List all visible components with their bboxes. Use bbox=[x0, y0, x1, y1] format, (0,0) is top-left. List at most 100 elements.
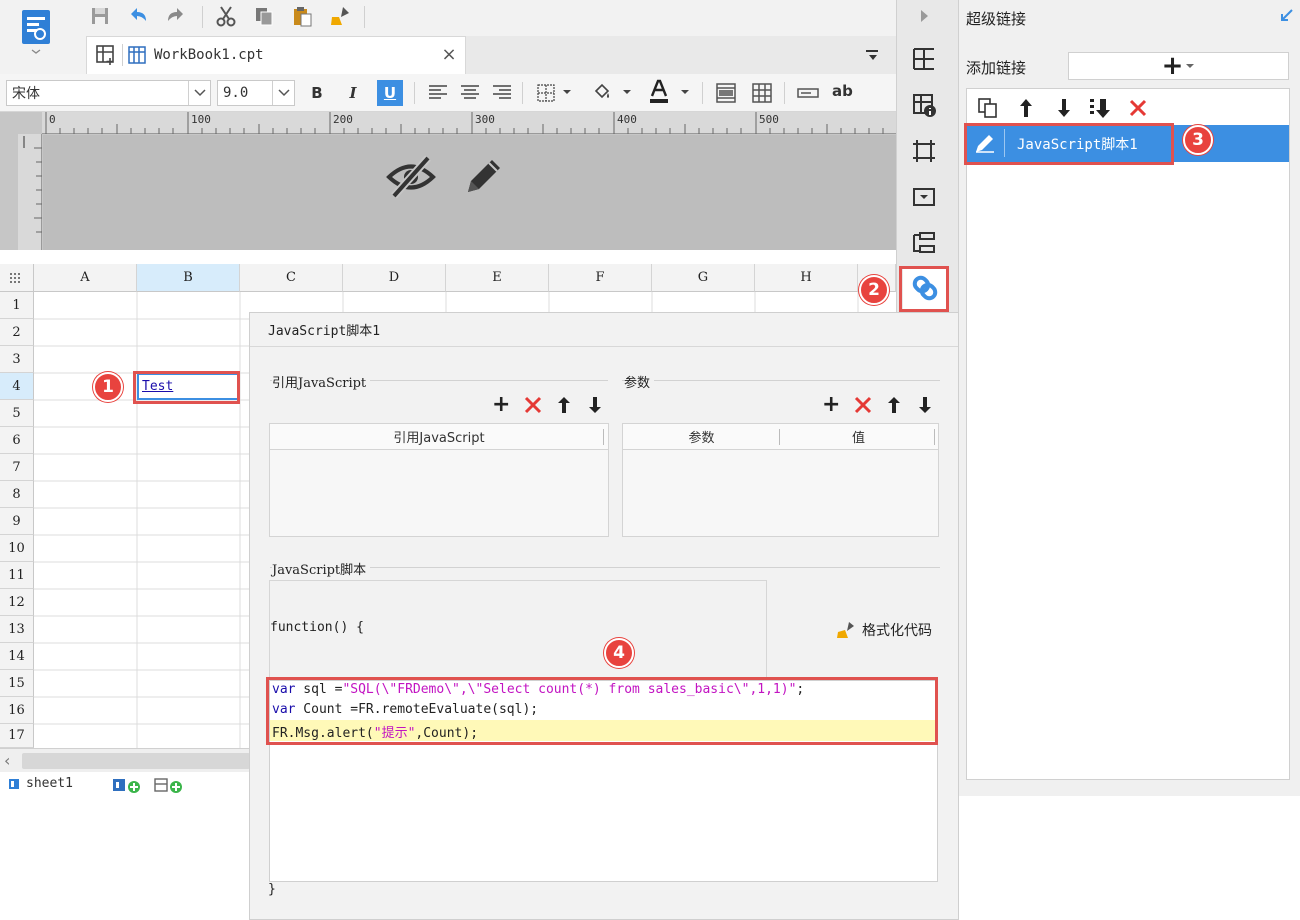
ref-add-icon[interactable]: + bbox=[492, 392, 510, 417]
new-sheet-icon[interactable] bbox=[94, 43, 118, 67]
move-up-icon[interactable] bbox=[1014, 96, 1038, 120]
row-header-7[interactable]: 7 bbox=[0, 454, 34, 481]
callout-badge-2: 2 bbox=[859, 275, 889, 305]
ref-move-up-icon[interactable] bbox=[557, 395, 571, 415]
font-color-dropdown-icon[interactable] bbox=[680, 88, 690, 96]
ref-js-table-header: 引用JavaScript bbox=[270, 424, 608, 450]
param-delete-icon[interactable] bbox=[854, 396, 872, 414]
paste-icon[interactable] bbox=[290, 4, 314, 28]
row-header-4[interactable]: 4 bbox=[0, 373, 34, 400]
tab-list-icon[interactable] bbox=[860, 44, 884, 68]
condition-attribute-icon[interactable] bbox=[909, 228, 939, 258]
row-header-10[interactable]: 10 bbox=[0, 535, 34, 562]
font-name-value: 宋体 bbox=[12, 86, 40, 102]
hidden-eye-icon[interactable] bbox=[386, 152, 436, 202]
row-header-2[interactable]: 2 bbox=[0, 319, 34, 346]
row-header-16[interactable]: 16 bbox=[0, 697, 34, 724]
copy-icon[interactable] bbox=[252, 4, 276, 28]
dock-panel-icon[interactable] bbox=[1278, 8, 1294, 24]
font-color-icon[interactable] bbox=[646, 78, 672, 106]
column-header-c[interactable]: C bbox=[240, 264, 343, 292]
border-dropdown-icon[interactable] bbox=[562, 88, 572, 96]
cut-icon[interactable] bbox=[214, 4, 238, 28]
row-header-9[interactable]: 9 bbox=[0, 508, 34, 535]
cell-element-icon[interactable] bbox=[909, 44, 939, 74]
add-report-sheet-icon[interactable] bbox=[112, 777, 146, 793]
align-center-icon[interactable] bbox=[458, 81, 482, 105]
align-right-icon[interactable] bbox=[490, 81, 514, 105]
row-header-13[interactable]: 13 bbox=[0, 616, 34, 643]
broom-icon bbox=[837, 622, 854, 638]
border-icon[interactable] bbox=[534, 81, 558, 105]
select-all-corner[interactable] bbox=[0, 264, 34, 292]
collapse-panel-icon[interactable] bbox=[918, 8, 930, 24]
widget-icon[interactable] bbox=[909, 182, 939, 212]
chevron-down-icon bbox=[272, 81, 294, 105]
column-header-f[interactable]: F bbox=[549, 264, 652, 292]
move-bottom-icon[interactable] bbox=[1088, 96, 1112, 120]
delete-link-icon[interactable] bbox=[1126, 96, 1150, 120]
undo-icon[interactable] bbox=[126, 4, 150, 28]
underline-button[interactable]: U bbox=[377, 80, 403, 106]
unmerge-cells-icon[interactable] bbox=[750, 81, 774, 105]
ref-delete-icon[interactable] bbox=[524, 396, 542, 414]
cell-style-icon[interactable] bbox=[909, 136, 939, 166]
add-form-sheet-icon[interactable] bbox=[154, 777, 188, 793]
wrap-text-button[interactable]: ab bbox=[832, 82, 853, 100]
align-left-icon[interactable] bbox=[426, 81, 450, 105]
cell-attribute-icon[interactable] bbox=[909, 90, 939, 120]
fill-dropdown-icon[interactable] bbox=[622, 88, 632, 96]
callout-box-3 bbox=[964, 123, 1174, 165]
edit-pencil-icon[interactable] bbox=[460, 154, 506, 200]
row-header-1[interactable]: 1 bbox=[0, 292, 34, 319]
column-header-a[interactable]: A bbox=[34, 264, 137, 292]
vertical-ruler bbox=[18, 134, 42, 250]
text-box-icon[interactable] bbox=[796, 81, 820, 105]
format-code-button[interactable]: 格式化代码 bbox=[836, 620, 932, 640]
move-down-icon[interactable] bbox=[1052, 96, 1076, 120]
scroll-left-icon[interactable]: ‹ bbox=[4, 751, 10, 770]
callout-badge-1: 1 bbox=[93, 372, 123, 402]
workbook-tab[interactable]: WorkBook1.cpt bbox=[128, 44, 428, 66]
column-header-e[interactable]: E bbox=[446, 264, 549, 292]
callout-box-2 bbox=[899, 266, 949, 312]
copy-link-icon[interactable] bbox=[976, 96, 1000, 120]
param-move-down-icon[interactable] bbox=[918, 395, 932, 415]
row-header-14[interactable]: 14 bbox=[0, 643, 34, 670]
format-painter-icon[interactable] bbox=[328, 4, 352, 28]
row-header-17[interactable]: 17 bbox=[0, 724, 34, 748]
dialog-title: JavaScript脚本1 bbox=[268, 324, 381, 339]
font-name-select[interactable]: 宋体 bbox=[6, 80, 211, 106]
column-header-b[interactable]: B bbox=[137, 264, 240, 292]
merge-cells-icon[interactable] bbox=[714, 81, 738, 105]
ruler-tick-500: 500 bbox=[759, 113, 779, 126]
row-header-5[interactable]: 5 bbox=[0, 400, 34, 427]
chevron-down-icon bbox=[1186, 64, 1195, 68]
row-header-8[interactable]: 8 bbox=[0, 481, 34, 508]
close-tab-icon[interactable]: × bbox=[440, 44, 458, 66]
row-header-12[interactable]: 12 bbox=[0, 589, 34, 616]
italic-button[interactable]: I bbox=[340, 80, 366, 106]
row-header-15[interactable]: 15 bbox=[0, 670, 34, 697]
save-icon[interactable] bbox=[88, 4, 112, 28]
bold-button[interactable]: B bbox=[304, 80, 330, 106]
fill-color-icon[interactable] bbox=[590, 81, 614, 105]
column-header-d[interactable]: D bbox=[343, 264, 446, 292]
font-size-select[interactable]: 9.0 bbox=[217, 80, 295, 106]
chevron-down-icon bbox=[188, 81, 210, 105]
param-add-icon[interactable]: + bbox=[822, 392, 840, 417]
column-header-g[interactable]: G bbox=[652, 264, 755, 292]
param-table: 参数 值 bbox=[622, 423, 939, 537]
row-header-3[interactable]: 3 bbox=[0, 346, 34, 373]
redo-icon[interactable] bbox=[164, 4, 188, 28]
row-header-11[interactable]: 11 bbox=[0, 562, 34, 589]
app-menu-icon[interactable] bbox=[18, 8, 54, 54]
add-link-button[interactable]: + bbox=[1068, 52, 1289, 80]
ruler-tick-100: 100 bbox=[191, 113, 211, 126]
param-move-up-icon[interactable] bbox=[887, 395, 901, 415]
sheet-tab-sheet1[interactable]: sheet1 bbox=[8, 776, 73, 791]
row-header-6[interactable]: 6 bbox=[0, 427, 34, 454]
column-header-h[interactable]: H bbox=[755, 264, 858, 292]
ref-move-down-icon[interactable] bbox=[588, 395, 602, 415]
scrollbar-thumb[interactable] bbox=[22, 753, 250, 769]
